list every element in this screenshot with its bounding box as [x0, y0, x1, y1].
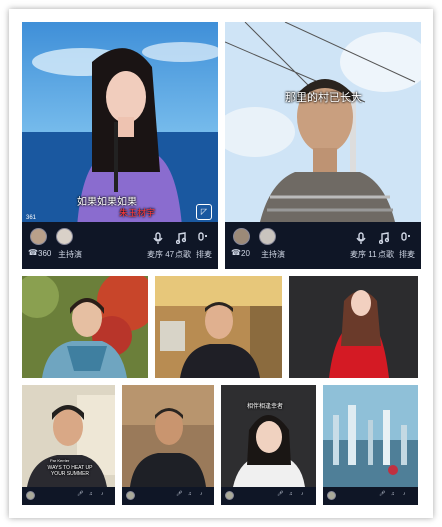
host-label: 主持演 — [261, 250, 285, 259]
music-note-icon[interactable]: ♫ — [188, 491, 192, 497]
rotate-icon[interactable]: ◸ — [196, 204, 212, 220]
queue-button[interactable]: 麦序 11 — [350, 249, 377, 260]
mic-queue-icon[interactable]: ♪ — [301, 491, 304, 497]
avatar[interactable] — [327, 491, 336, 500]
control-bar: 🎤︎ ♫ ♪ — [323, 487, 418, 505]
lyrics-caption: 相伴相逢幸者 — [247, 404, 284, 410]
avatar[interactable] — [26, 491, 35, 500]
music-note-icon[interactable]: ♫ — [391, 491, 395, 497]
viewer-count: 360 — [38, 249, 52, 258]
mic-icon[interactable] — [153, 232, 163, 244]
promo-subcaption: Par Kerrier — [50, 458, 70, 463]
control-bar: 🎤︎ ♫ ♪ — [22, 487, 115, 505]
song-request-button[interactable]: 点歌 — [378, 249, 394, 260]
avatar[interactable] — [225, 491, 234, 500]
music-note-icon[interactable] — [379, 232, 389, 244]
collage-frame: 如果如果如果 朱玉材宇 361 ◸ ☎ 360 主持演 麦序 47 点歌 排麦 — [9, 9, 433, 518]
man-office-photo — [155, 276, 282, 378]
mic-queue-icon[interactable]: ♪ — [200, 491, 203, 497]
avatar[interactable] — [259, 228, 276, 245]
control-bar: ☎ 360 主持演 麦序 47 点歌 排麦 — [22, 222, 218, 269]
join-queue-button[interactable]: 排麦 — [399, 249, 415, 260]
music-note-icon[interactable]: ♫ — [289, 491, 293, 497]
mic-queue-icon[interactable]: ♪ — [403, 491, 406, 497]
avatar[interactable] — [233, 228, 250, 245]
music-note-icon[interactable] — [176, 232, 186, 244]
video-tile-bottom-3[interactable]: 相伴相逢幸者 🎤︎ ♫ ♪ — [221, 385, 316, 505]
avatar[interactable] — [56, 228, 73, 245]
photo-tile-middle-center[interactable] — [155, 276, 282, 378]
woman-red-dress-photo — [289, 276, 418, 378]
mic-icon[interactable] — [356, 232, 366, 244]
music-note-icon[interactable]: ♫ — [89, 491, 93, 497]
avatar[interactable] — [126, 491, 135, 500]
lyrics-caption-red: 朱玉材宇 — [119, 208, 156, 218]
queue-button[interactable]: 麦序 47 — [147, 249, 174, 260]
photo-tile-middle-left[interactable] — [22, 276, 148, 378]
mic-queue-icon[interactable]: ♪ — [101, 491, 104, 497]
mic-queue-icon[interactable] — [400, 232, 410, 244]
avatar[interactable] — [30, 228, 47, 245]
viewer-count: 20 — [241, 249, 250, 258]
mic-icon[interactable]: 🎤︎ — [77, 491, 83, 497]
phone-icon: ☎ — [231, 248, 241, 257]
video-tile-bottom-4[interactable]: 🎤︎ ♫ ♪ — [323, 385, 418, 505]
song-request-button[interactable]: 点歌 — [175, 249, 191, 260]
mic-icon[interactable]: 🎤︎ — [176, 491, 182, 497]
woman-autumn-photo — [22, 276, 148, 378]
mic-queue-icon[interactable] — [197, 232, 207, 244]
lyrics-caption: 那里的村已长大 — [285, 92, 362, 104]
promo-caption: WAYS TO HEAT UP YOUR SUMMER — [47, 465, 93, 477]
join-queue-button[interactable]: 排麦 — [196, 249, 212, 260]
control-bar: 🎤︎ ♫ ♪ — [221, 487, 316, 505]
phone-icon: ☎ — [28, 248, 38, 257]
host-label: 主持演 — [58, 250, 82, 259]
video-tile-top-right[interactable]: 那里的村已长大 ☎ 20 主持演 麦序 11 点歌 排麦 — [225, 22, 421, 269]
video-tile-bottom-1[interactable]: WAYS TO HEAT UP YOUR SUMMER Par Kerrier … — [22, 385, 115, 505]
mic-icon[interactable]: 🎤︎ — [379, 491, 385, 497]
video-tile-top-left[interactable]: 如果如果如果 朱玉材宇 361 ◸ ☎ 360 主持演 麦序 47 点歌 排麦 — [22, 22, 218, 269]
mic-icon[interactable]: 🎤︎ — [277, 491, 283, 497]
video-tile-bottom-2[interactable]: 🎤︎ ♫ ♪ — [122, 385, 214, 505]
photo-tile-middle-right[interactable] — [289, 276, 418, 378]
control-bar: 🎤︎ ♫ ♪ — [122, 487, 214, 505]
counter-label: 361 — [26, 215, 37, 221]
control-bar: ☎ 20 主持演 麦序 11 点歌 排麦 — [225, 222, 421, 269]
